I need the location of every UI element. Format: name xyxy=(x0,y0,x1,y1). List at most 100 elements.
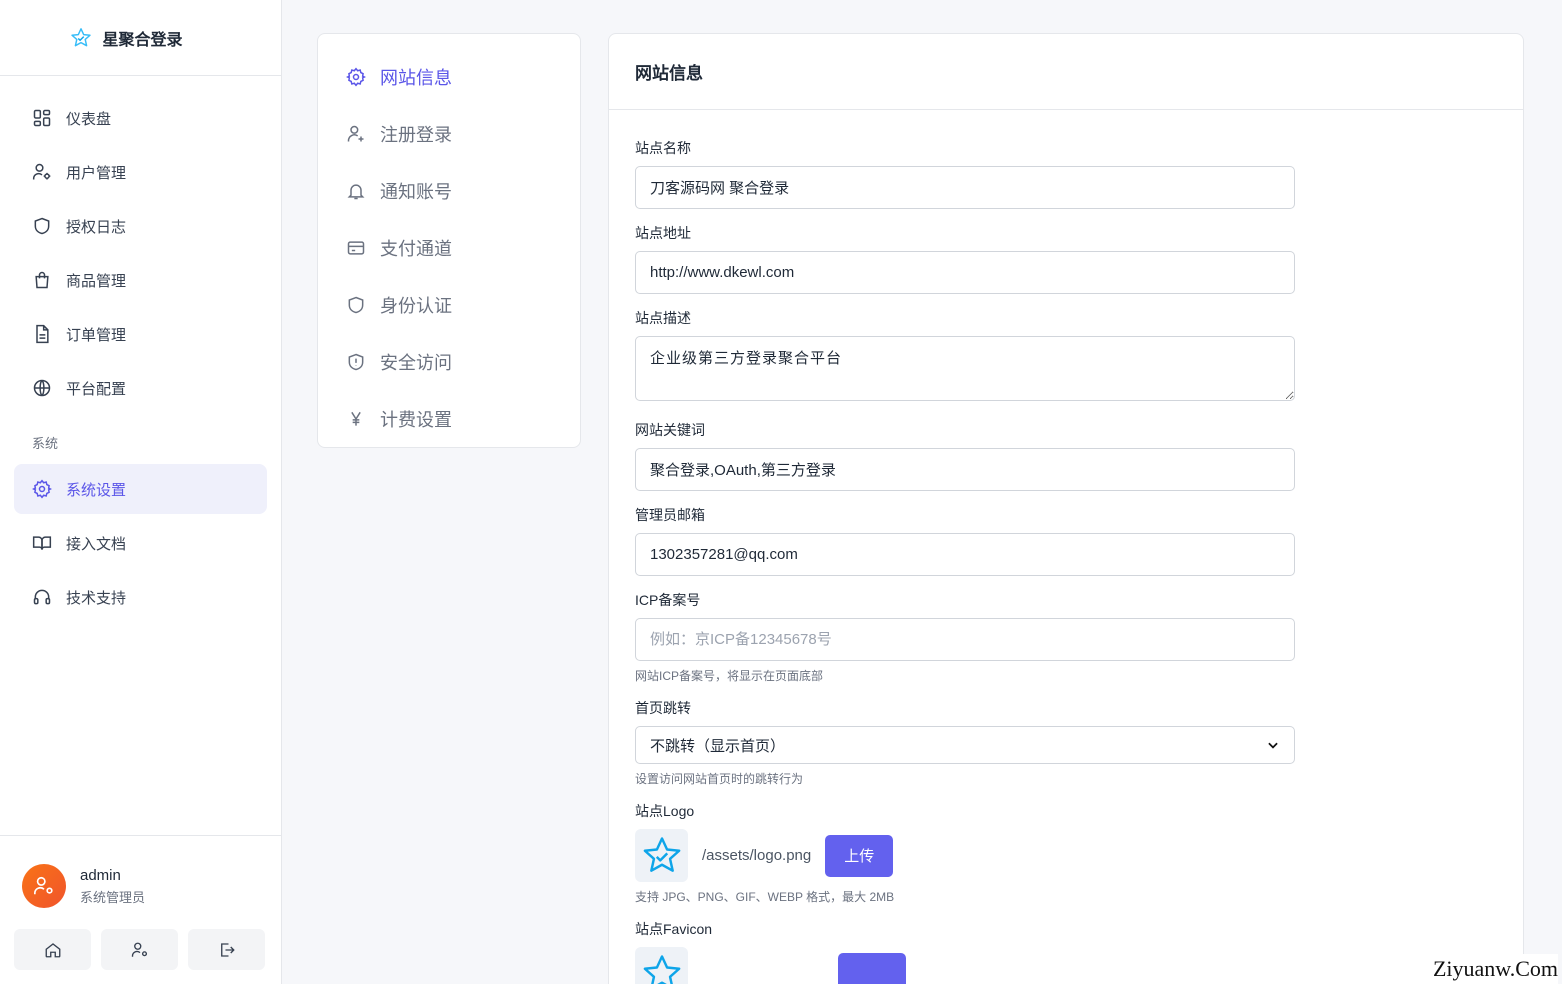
sidebar-item-label: 接入文档 xyxy=(66,535,127,553)
settings-menu: 网站信息 注册登录 通知账号 支付通道 身份认证 安全访问 计费设置 xyxy=(317,33,581,448)
nav-group-label: 系统 xyxy=(32,436,59,451)
field-keywords: 网站关键词 xyxy=(635,420,1523,491)
settings-tab-security[interactable]: 安全访问 xyxy=(318,333,580,390)
icp-label: ICP备案号 xyxy=(635,592,701,608)
admin-email-input[interactable] xyxy=(635,533,1295,576)
upload-logo-button[interactable]: 上传 xyxy=(825,834,894,877)
globe-icon xyxy=(32,378,52,398)
book-icon xyxy=(32,533,52,553)
settings-tab-label: 安全访问 xyxy=(380,352,452,373)
document-icon xyxy=(32,324,52,344)
site-info-panel: 网站信息 站点名称 站点地址 站点描述 企业级第三方登录聚合平台 网站关键词 管… xyxy=(608,33,1524,984)
favicon-preview xyxy=(635,947,688,984)
logo-row: /assets/logo.png 上传 xyxy=(635,829,1523,882)
sidebar-item-system-settings[interactable]: 系统设置 xyxy=(14,464,267,514)
panel-title: 网站信息 xyxy=(609,34,1523,110)
dashboard-icon xyxy=(32,108,52,128)
star-logo-icon xyxy=(70,27,92,49)
upload-favicon-button[interactable] xyxy=(838,952,906,984)
keywords-label: 网站关键词 xyxy=(635,422,705,438)
settings-tab-identity[interactable]: 身份认证 xyxy=(318,276,580,333)
logo-preview xyxy=(635,829,688,882)
logout-button[interactable] xyxy=(188,929,265,970)
yen-icon xyxy=(346,409,366,429)
sidebar-item-label: 仪表盘 xyxy=(66,110,112,128)
site-desc-textarea[interactable]: 企业级第三方登录聚合平台 xyxy=(635,336,1295,401)
site-name-input[interactable] xyxy=(635,166,1295,209)
sidebar-item-docs[interactable]: 接入文档 xyxy=(14,518,267,568)
sidebar: 星聚合登录 仪表盘 用户管理 授权日志 商品管理 订单管理 平台配置 系统 系统… xyxy=(0,0,282,984)
settings-tab-register-login[interactable]: 注册登录 xyxy=(318,105,580,162)
sidebar-item-platform[interactable]: 平台配置 xyxy=(14,363,267,413)
home-icon xyxy=(44,941,62,959)
sidebar-item-dashboard[interactable]: 仪表盘 xyxy=(14,93,267,143)
logo-label: 站点Logo xyxy=(635,803,695,819)
settings-tab-payment[interactable]: 支付通道 xyxy=(318,219,580,276)
brand[interactable]: 星聚合登录 xyxy=(0,0,281,76)
sidebar-item-products[interactable]: 商品管理 xyxy=(14,255,267,305)
redirect-hint: 设置访问网站首页时的跳转行为 xyxy=(635,772,804,786)
field-site-url: 站点地址 xyxy=(635,223,1523,294)
settings-tab-label: 计费设置 xyxy=(380,409,452,430)
icp-input[interactable] xyxy=(635,618,1295,661)
sidebar-item-auth-log[interactable]: 授权日志 xyxy=(14,201,267,251)
settings-tab-label: 注册登录 xyxy=(380,124,452,145)
field-logo: 站点Logo /assets/logo.png 上传 支持 JPG、PNG、GI… xyxy=(635,801,1523,905)
sidebar-item-label: 系统设置 xyxy=(66,481,127,499)
bell-icon xyxy=(346,181,366,201)
user-actions xyxy=(0,929,283,970)
avatar xyxy=(22,864,66,908)
gear-icon xyxy=(32,479,52,499)
home-button[interactable] xyxy=(14,929,91,970)
field-admin-email: 管理员邮箱 xyxy=(635,505,1523,576)
site-info-form: 站点名称 站点地址 站点描述 企业级第三方登录聚合平台 网站关键词 管理员邮箱 … xyxy=(609,110,1523,984)
favicon-row xyxy=(635,947,1523,984)
sidebar-item-label: 用户管理 xyxy=(66,164,127,182)
user-gear-icon xyxy=(131,941,149,959)
field-site-desc: 站点描述 企业级第三方登录聚合平台 xyxy=(635,308,1523,406)
settings-tab-label: 支付通道 xyxy=(380,238,452,259)
user-profile[interactable]: admin 系统管理员 xyxy=(0,836,281,908)
shopping-bag-icon xyxy=(32,270,52,290)
field-site-name: 站点名称 xyxy=(635,138,1523,209)
gear-icon xyxy=(346,66,366,87)
watermark: Ziyuanw.Com xyxy=(1426,954,1558,984)
sidebar-item-label: 授权日志 xyxy=(66,218,127,236)
redirect-select-value: 不跳转（显示首页） xyxy=(650,737,786,755)
shield-icon xyxy=(32,216,52,236)
field-icp: ICP备案号 网站ICP备案号，将显示在页面底部 xyxy=(635,590,1523,684)
sidebar-item-users[interactable]: 用户管理 xyxy=(14,147,267,197)
settings-tab-label: 网站信息 xyxy=(380,67,452,88)
redirect-label: 首页跳转 xyxy=(635,700,691,716)
sidebar-item-label: 订单管理 xyxy=(66,326,127,344)
logo-path: /assets/logo.png xyxy=(702,847,812,864)
profile-settings-button[interactable] xyxy=(101,929,178,970)
sidebar-item-label: 平台配置 xyxy=(66,380,127,398)
field-favicon: 站点Favicon xyxy=(635,919,1523,984)
keywords-input[interactable] xyxy=(635,448,1295,491)
user-name: admin xyxy=(80,866,121,884)
logo-hint: 支持 JPG、PNG、GIF、WEBP 格式，最大 2MB xyxy=(635,890,895,904)
logout-icon xyxy=(218,941,236,959)
settings-tab-site-info[interactable]: 网站信息 xyxy=(318,48,580,105)
settings-tab-label: 通知账号 xyxy=(380,181,452,202)
brand-name: 星聚合登录 xyxy=(102,31,183,49)
shield-icon xyxy=(346,295,366,315)
site-url-input[interactable] xyxy=(635,251,1295,294)
headset-icon xyxy=(32,587,52,607)
settings-tab-label: 身份认证 xyxy=(380,295,452,316)
user-box: admin 系统管理员 xyxy=(0,835,281,984)
star-shield-favicon-icon xyxy=(641,953,683,984)
settings-tab-billing[interactable]: 计费设置 xyxy=(318,390,580,447)
sidebar-item-support[interactable]: 技术支持 xyxy=(14,572,267,622)
icp-hint: 网站ICP备案号，将显示在页面底部 xyxy=(635,669,824,683)
chevron-down-icon xyxy=(1266,738,1280,752)
user-role: 系统管理员 xyxy=(80,889,146,905)
settings-tab-notify[interactable]: 通知账号 xyxy=(318,162,580,219)
sidebar-item-orders[interactable]: 订单管理 xyxy=(14,309,267,359)
redirect-select[interactable]: 不跳转（显示首页） xyxy=(635,726,1295,764)
site-name-label: 站点名称 xyxy=(635,140,691,156)
sidebar-item-label: 商品管理 xyxy=(66,272,127,290)
field-redirect: 首页跳转 不跳转（显示首页） 设置访问网站首页时的跳转行为 xyxy=(635,698,1523,787)
site-url-label: 站点地址 xyxy=(635,225,691,241)
